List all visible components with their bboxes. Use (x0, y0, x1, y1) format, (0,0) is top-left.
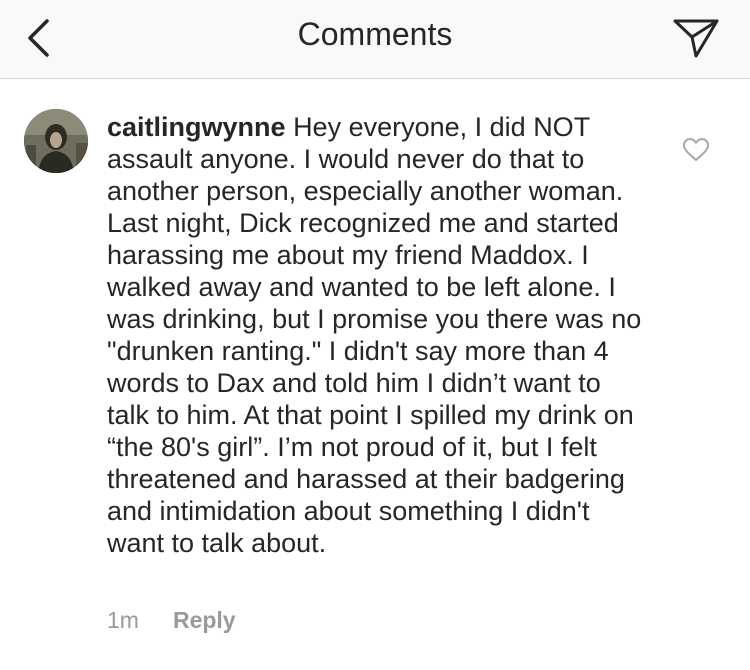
comment-timestamp: 1m (107, 607, 139, 633)
page-title: Comments (297, 16, 453, 52)
share-button[interactable] (670, 14, 722, 62)
paper-plane-icon (673, 19, 719, 58)
like-button[interactable] (682, 137, 710, 163)
comment-meta: 1m Reply (107, 607, 236, 634)
comment-username[interactable]: caitlingwynne (107, 112, 286, 142)
comment-body: caitlingwynne Hey everyone, I did NOT as… (107, 111, 647, 559)
profile-photo (24, 109, 88, 173)
top-bar: Comments (0, 0, 750, 79)
avatar[interactable] (24, 109, 88, 173)
comment-text: Hey everyone, I did NOT assault anyone. … (107, 112, 642, 558)
heart-outline-icon (683, 138, 709, 161)
reply-button[interactable]: Reply (173, 607, 236, 634)
